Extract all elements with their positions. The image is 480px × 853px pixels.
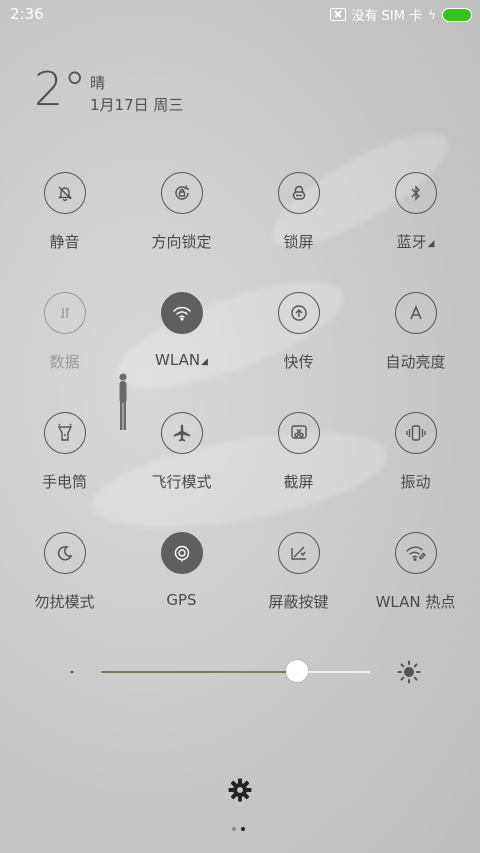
airplane-icon[interactable] (160, 412, 203, 454)
lock-icon[interactable] (277, 172, 320, 214)
settings-gear-icon[interactable] (227, 777, 253, 803)
toggle-label: 手电筒 (6, 471, 123, 492)
flashlight-icon[interactable] (43, 412, 86, 454)
date: 1月17日 周三 (90, 96, 184, 114)
clock: 2:36 (10, 5, 44, 23)
toggle-label-text: 手电筒 (41, 473, 87, 491)
toggle-hotspot[interactable]: WLAN 热点 (357, 532, 474, 642)
moon-icon[interactable] (43, 532, 86, 574)
toggle-label-text: WLAN (155, 351, 201, 369)
toggle-label: 蓝牙◢ (357, 231, 474, 252)
toggle-label: 勿扰模式 (6, 591, 123, 612)
toggle-label-text: 锁屏 (283, 233, 314, 251)
toggle-label: 自动亮度 (357, 351, 474, 372)
toggle-label-text: 勿扰模式 (34, 593, 95, 611)
toggle-label: WLAN 热点 (357, 591, 474, 612)
brightness-slider[interactable] (101, 671, 370, 673)
toggle-flashlight[interactable]: 手电筒 (6, 412, 123, 522)
brightness-high-icon (397, 660, 421, 684)
quick-transfer-icon[interactable] (277, 292, 320, 334)
charging-bolt-icon: ϟ (428, 7, 436, 22)
toggle-label: WLAN◢ (123, 351, 240, 369)
toggle-label-text: 快传 (283, 353, 314, 371)
toggle-label: 快传 (240, 351, 357, 372)
toggle-label: 振动 (357, 471, 474, 492)
toggle-label-text: 截屏 (283, 473, 314, 491)
mute-bell-icon[interactable] (43, 172, 86, 214)
toggle-mute-bell[interactable]: 静音 (6, 172, 123, 282)
toggle-vibrate[interactable]: 振动 (357, 412, 474, 522)
toggle-label: 飞行模式 (123, 471, 240, 492)
status-bar: 2:36 没有 SIM 卡 ϟ (0, 0, 480, 28)
toggle-screenshot[interactable]: 截屏 (240, 412, 357, 522)
toggle-label-text: 飞行模式 (151, 473, 212, 491)
gps-icon[interactable] (160, 532, 203, 574)
toggle-auto-brightness[interactable]: 自动亮度 (357, 292, 474, 402)
page-dot (241, 827, 245, 831)
toggle-label: 方向锁定 (123, 231, 240, 252)
toggle-gps[interactable]: GPS (123, 532, 240, 642)
toggle-rotation-lock[interactable]: 方向锁定 (123, 172, 240, 282)
expand-menu-indicator[interactable]: ◢ (201, 357, 208, 367)
expand-menu-indicator[interactable]: ◢ (428, 239, 435, 249)
toggle-wifi[interactable]: WLAN◢ (123, 292, 240, 402)
brightness-slider-thumb[interactable] (286, 660, 309, 682)
weather-condition: 晴 (90, 74, 106, 92)
toggle-label-text: 静音 (49, 233, 80, 251)
toggle-label-text: 振动 (400, 473, 431, 491)
toggle-block-keys[interactable]: 屏蔽按键 (240, 532, 357, 642)
rotation-lock-icon[interactable] (160, 172, 203, 214)
brightness-slider-fill (101, 671, 298, 673)
mobile-data-icon[interactable] (43, 292, 86, 334)
wifi-icon[interactable] (160, 292, 203, 334)
auto-brightness-icon[interactable] (394, 292, 437, 334)
toggle-label: 锁屏 (240, 231, 357, 252)
status-icons: 没有 SIM 卡 ϟ (329, 5, 472, 24)
toggle-label: 截屏 (240, 471, 357, 492)
hotspot-icon[interactable] (394, 532, 437, 574)
toggle-label-text: 蓝牙 (396, 233, 427, 251)
toggle-bluetooth[interactable]: 蓝牙◢ (357, 172, 474, 282)
vibrate-icon[interactable] (394, 412, 437, 454)
toggle-label: 静音 (6, 231, 123, 252)
toggle-label: 数据 (6, 351, 123, 372)
bluetooth-icon[interactable] (394, 172, 437, 214)
sim-status-text: 没有 SIM 卡 (351, 9, 423, 24)
battery-icon (442, 7, 472, 22)
toggle-label-text: 屏蔽按键 (268, 593, 329, 611)
temperature: 2° (34, 62, 87, 116)
weather-widget[interactable]: 2° 晴 1月17日 周三 (34, 62, 183, 116)
toggle-label-text: 方向锁定 (151, 233, 212, 251)
brightness-low-icon (64, 665, 74, 679)
brightness-control (0, 655, 480, 689)
toggle-moon[interactable]: 勿扰模式 (6, 532, 123, 642)
toggle-quick-transfer[interactable]: 快传 (240, 292, 357, 402)
toggle-mobile-data[interactable]: 数据 (6, 292, 123, 402)
page-indicator (232, 827, 245, 831)
toggle-label-text: 自动亮度 (385, 353, 446, 371)
page-dot (232, 827, 236, 831)
block-keys-icon[interactable] (277, 532, 320, 574)
toggle-label-text: GPS (166, 591, 197, 609)
no-sim-icon (329, 8, 346, 21)
toggle-label-text: 数据 (49, 353, 80, 371)
toggle-lock[interactable]: 锁屏 (240, 172, 357, 282)
toggle-label-text: WLAN 热点 (375, 593, 456, 611)
toggle-airplane[interactable]: 飞行模式 (123, 412, 240, 522)
screenshot-icon[interactable] (277, 412, 320, 454)
toggle-label: 屏蔽按键 (240, 591, 357, 612)
toggle-label: GPS (123, 591, 240, 609)
